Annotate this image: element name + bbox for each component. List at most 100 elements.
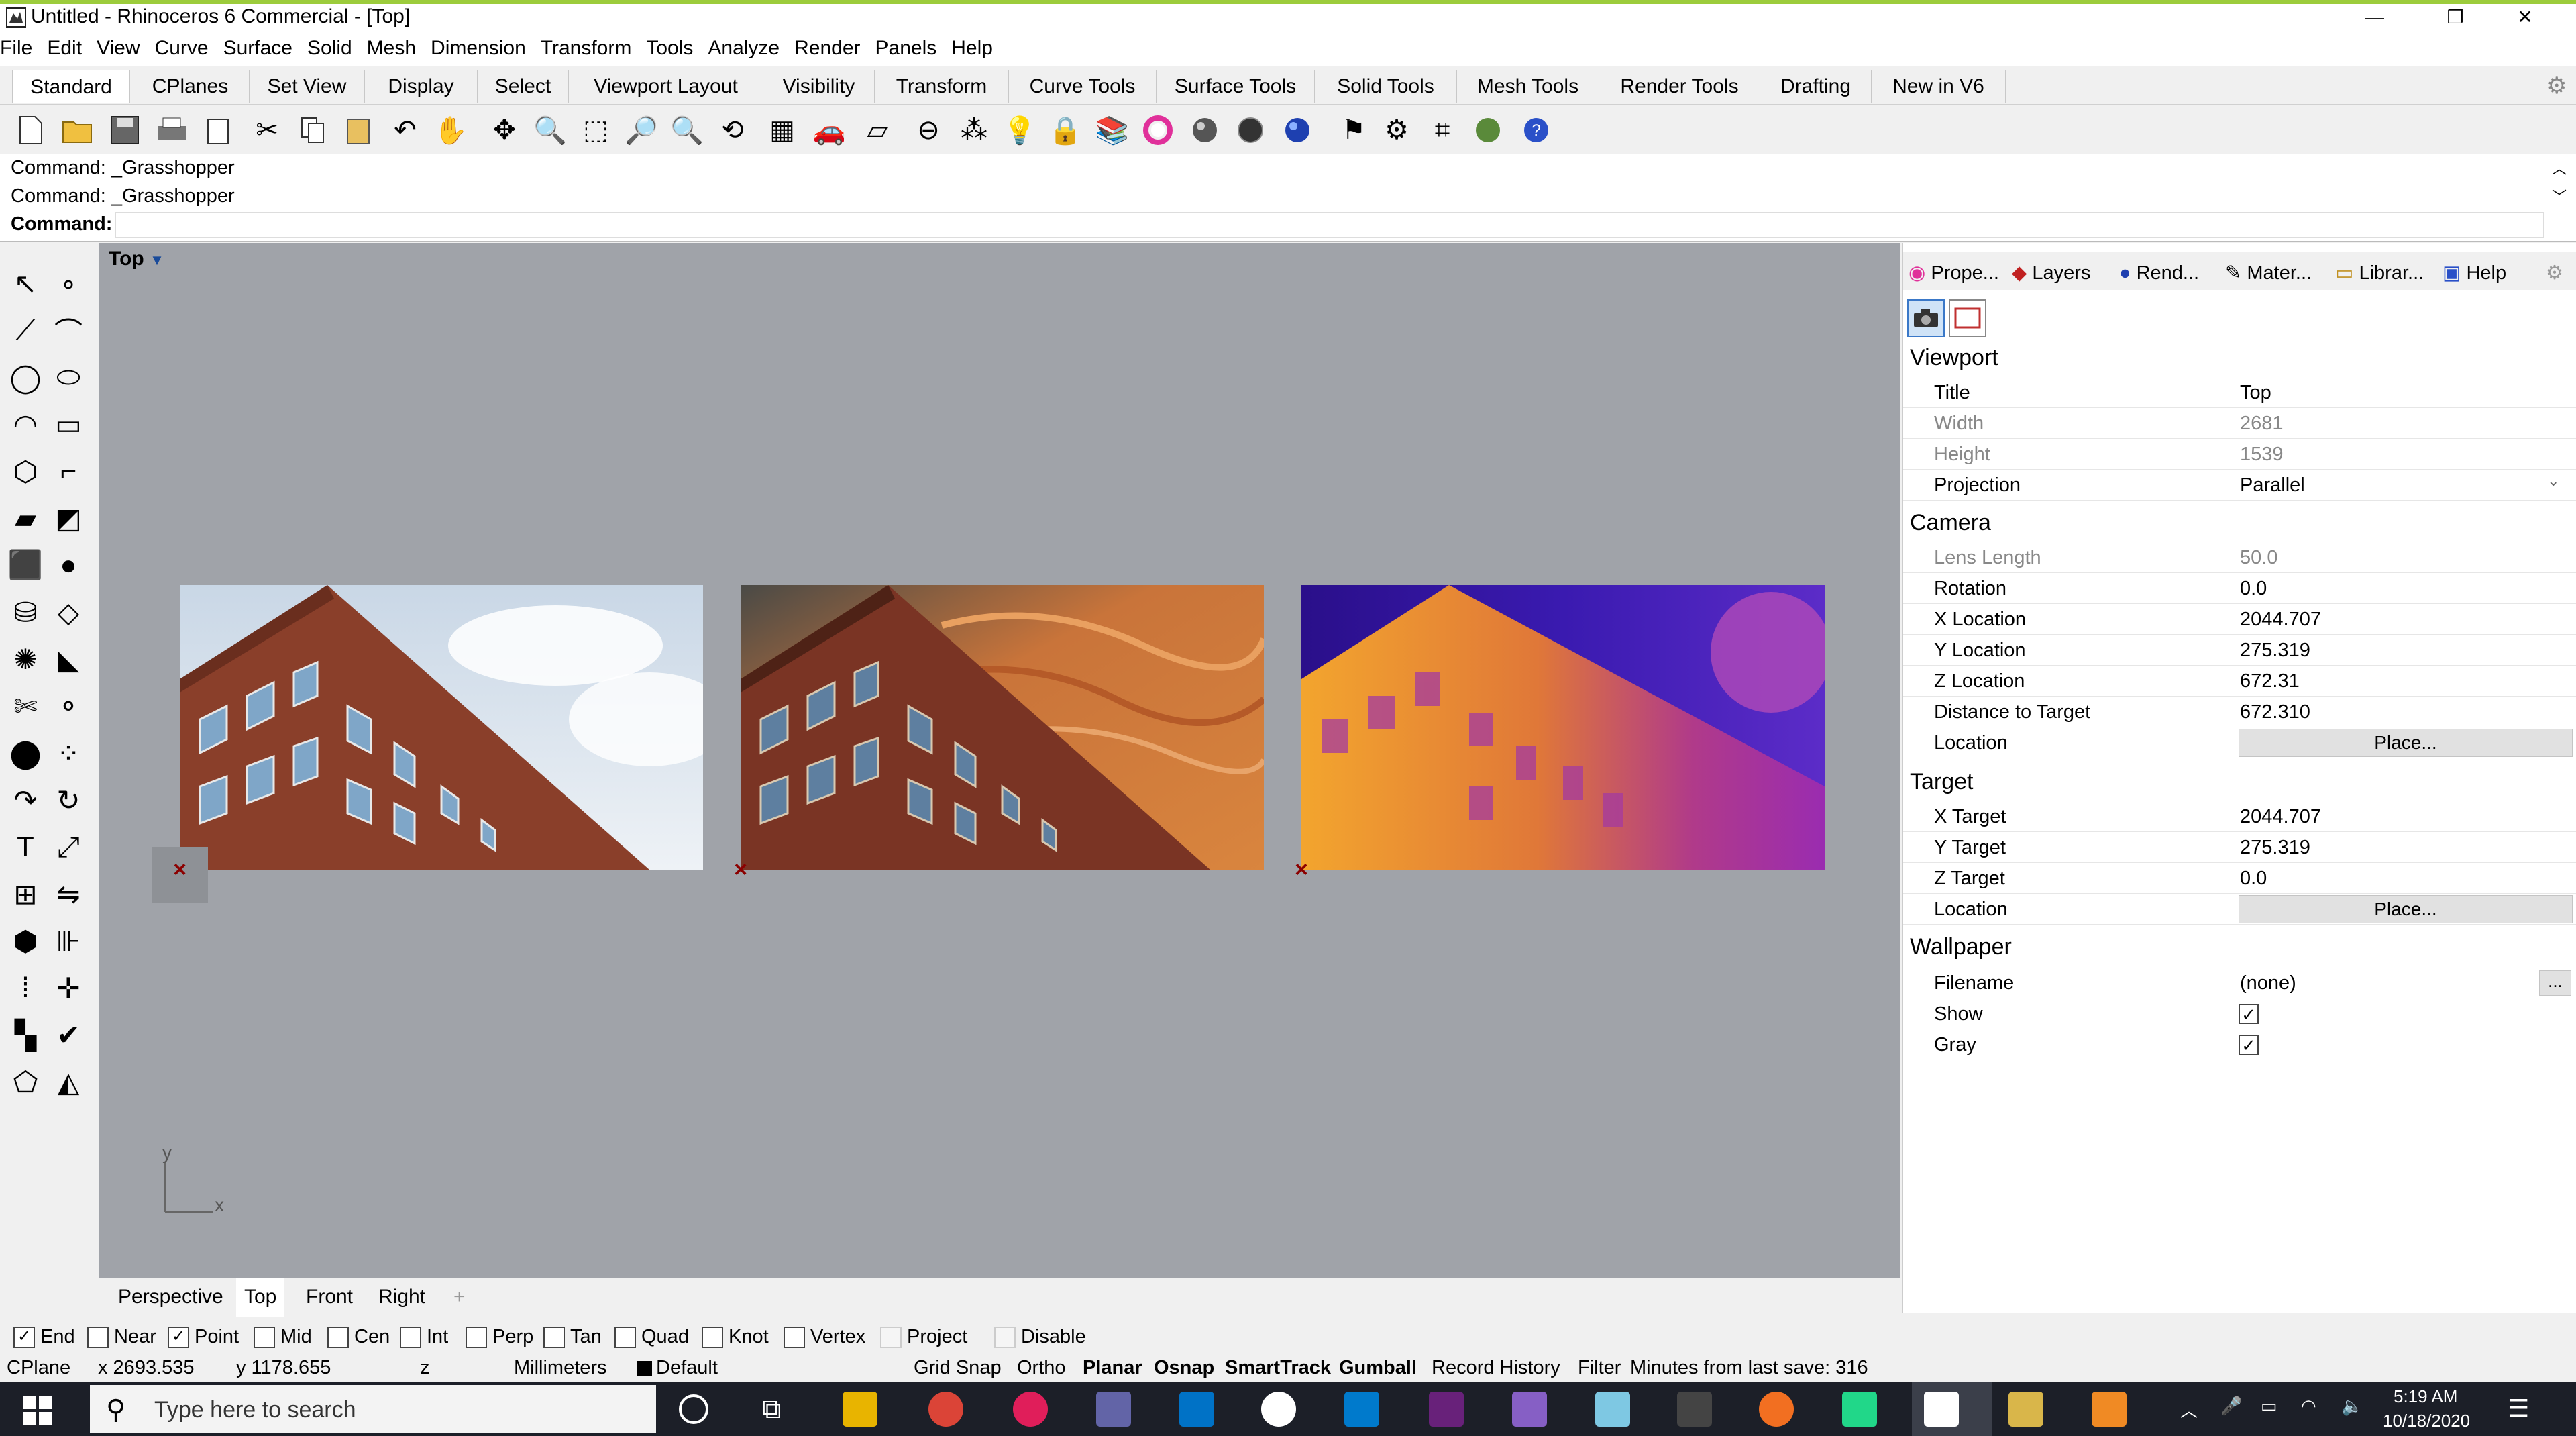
tab-set-view[interactable]: Set View bbox=[250, 70, 365, 103]
osnap-near[interactable]: Near bbox=[87, 1325, 156, 1349]
tab-select[interactable]: Select bbox=[478, 70, 569, 103]
terminal-icon[interactable] bbox=[1677, 1392, 1712, 1427]
cut-icon[interactable]: ✂ bbox=[250, 113, 284, 148]
analyze-icon[interactable]: ▚ bbox=[5, 1015, 46, 1055]
light-bulb-icon[interactable]: 💡 bbox=[1002, 113, 1037, 148]
pycharm-icon[interactable] bbox=[1842, 1392, 1877, 1427]
box-icon[interactable]: ⬛ bbox=[5, 545, 46, 585]
close-button[interactable]: ✕ bbox=[2498, 4, 2552, 31]
tray-chevron-icon[interactable]: ︿ bbox=[2180, 1397, 2198, 1422]
curve-icon[interactable]: ⌒ bbox=[48, 310, 89, 350]
scroll-up-icon[interactable]: ︿ bbox=[2552, 157, 2567, 178]
osnap-mid[interactable]: Mid bbox=[254, 1325, 312, 1349]
check-icon[interactable]: ✔ bbox=[48, 1015, 89, 1055]
tab-new-in-v6[interactable]: New in V6 bbox=[1872, 70, 2006, 103]
paste-icon[interactable] bbox=[341, 113, 376, 148]
select-points-icon[interactable]: ⁂ bbox=[957, 113, 991, 148]
tab-visibility[interactable]: Visibility bbox=[763, 70, 875, 103]
projection-dropdown[interactable]: Parallel bbox=[2240, 470, 2305, 501]
fillet-icon[interactable]: ⌐ bbox=[48, 451, 89, 491]
trim-icon[interactable]: ✄ bbox=[5, 686, 46, 726]
tab-curve-tools[interactable]: Curve Tools bbox=[1009, 70, 1157, 103]
y-target-field[interactable]: 275.319 bbox=[2240, 832, 2310, 863]
cylinder-icon[interactable]: ⛁ bbox=[5, 592, 46, 632]
gray-checkbox[interactable]: ✓ bbox=[2239, 1035, 2259, 1055]
rotate-icon[interactable]: ↻ bbox=[48, 780, 89, 820]
new-file-icon[interactable] bbox=[13, 113, 48, 148]
menu-curve[interactable]: Curve bbox=[155, 31, 209, 66]
tab-display[interactable]: Display bbox=[365, 70, 478, 103]
surface-icon[interactable]: ▰ bbox=[5, 498, 46, 538]
add-viewport-tab-button[interactable]: + bbox=[445, 1278, 474, 1317]
lock-icon[interactable]: 🔒 bbox=[1048, 113, 1083, 148]
page-layout-icon[interactable] bbox=[201, 113, 236, 148]
backup-app-icon[interactable] bbox=[2092, 1392, 2127, 1427]
zoom-window-icon[interactable]: ⬚ bbox=[578, 113, 613, 148]
picture-frame-original[interactable] bbox=[180, 585, 703, 870]
print-icon[interactable] bbox=[154, 113, 189, 148]
tab-drafting[interactable]: Drafting bbox=[1760, 70, 1872, 103]
osnap-point[interactable]: ✓ Point bbox=[168, 1325, 239, 1349]
open-folder-icon[interactable] bbox=[60, 113, 95, 148]
arc-icon[interactable]: ◠ bbox=[5, 404, 46, 444]
tab-properties[interactable]: ◉ Prope... bbox=[1909, 256, 1999, 290]
battery-icon[interactable]: ▭ bbox=[2261, 1396, 2277, 1417]
layers-icon[interactable]: 📚 bbox=[1095, 113, 1130, 148]
rotation-field[interactable]: 0.0 bbox=[2240, 573, 2267, 604]
text-icon[interactable]: T bbox=[5, 827, 46, 867]
osnap-perp[interactable]: Perp bbox=[466, 1325, 533, 1349]
viewport-menu-chevron-icon[interactable]: ▼ bbox=[150, 252, 164, 268]
github-icon[interactable] bbox=[1261, 1392, 1296, 1427]
clock-date[interactable]: 10/18/2020 bbox=[2383, 1411, 2470, 1431]
explode-icon[interactable]: ⁘ bbox=[48, 733, 89, 773]
tab-render-tools[interactable]: Render Tools bbox=[1599, 70, 1760, 103]
extrude-icon[interactable]: ◩ bbox=[48, 498, 89, 538]
visual-studio-icon[interactable] bbox=[1429, 1392, 1464, 1427]
osnap-knot[interactable]: Knot bbox=[702, 1325, 769, 1349]
microphone-icon[interactable]: 🎤 bbox=[2220, 1396, 2242, 1417]
z-location-field[interactable]: 672.31 bbox=[2240, 666, 2300, 697]
planar-toggle[interactable]: Planar bbox=[1083, 1355, 1142, 1380]
render-sphere-icon[interactable] bbox=[1280, 113, 1315, 148]
osnap-project[interactable]: Project bbox=[880, 1325, 967, 1349]
viewport-frame-icon[interactable] bbox=[1949, 299, 1986, 337]
panel-gear-icon[interactable]: ⚙ bbox=[2546, 256, 2563, 290]
zoom-selected-icon[interactable]: 🔍 bbox=[669, 113, 704, 148]
osnap-int[interactable]: Int bbox=[400, 1325, 448, 1349]
osnap-disable[interactable]: Disable bbox=[994, 1325, 1086, 1349]
minimize-button[interactable]: — bbox=[2348, 4, 2402, 31]
volume-icon[interactable]: 🔈 bbox=[2341, 1396, 2363, 1417]
solid-box-icon[interactable]: ⬢ bbox=[5, 921, 46, 961]
pan-hand-icon[interactable]: ✋ bbox=[433, 113, 468, 148]
menu-mesh[interactable]: Mesh bbox=[367, 31, 416, 66]
cortana-icon[interactable] bbox=[679, 1394, 708, 1424]
units-label[interactable]: Millimeters bbox=[514, 1355, 607, 1380]
osnap-tan[interactable]: Tan bbox=[543, 1325, 602, 1349]
osnap-toggle[interactable]: Osnap bbox=[1154, 1355, 1214, 1380]
tab-front[interactable]: Front bbox=[298, 1278, 361, 1317]
dimension-icon[interactable]: ⤢ bbox=[48, 827, 89, 867]
toolbar-gear-icon[interactable]: ⚙ bbox=[2546, 72, 2567, 99]
named-views-icon[interactable]: 🚗 bbox=[812, 113, 847, 148]
polygon-icon[interactable]: ⬡ bbox=[5, 451, 46, 491]
x-location-field[interactable]: 2044.707 bbox=[2240, 604, 2321, 635]
point-grid-icon[interactable]: ⁞ bbox=[5, 968, 46, 1008]
save-icon[interactable] bbox=[107, 113, 142, 148]
boolean-icon[interactable]: ◣ bbox=[48, 639, 89, 679]
menu-dimension[interactable]: Dimension bbox=[431, 31, 526, 66]
undo-icon[interactable]: ↶ bbox=[388, 113, 423, 148]
shaded-sphere-icon[interactable] bbox=[1187, 113, 1222, 148]
tab-surface-tools[interactable]: Surface Tools bbox=[1157, 70, 1315, 103]
x-target-field[interactable]: 2044.707 bbox=[2240, 801, 2321, 832]
snap-grid-icon[interactable]: ⌗ bbox=[1425, 113, 1460, 148]
array-icon[interactable]: ⊞ bbox=[5, 874, 46, 914]
chevron-down-icon[interactable]: ⌄ bbox=[2547, 472, 2559, 490]
tab-layers[interactable]: ◆ Layers bbox=[2012, 256, 2090, 290]
rhino-taskbar-icon[interactable] bbox=[1924, 1392, 1959, 1427]
grid-array-icon[interactable]: ⊪ bbox=[48, 921, 89, 961]
postman-icon[interactable] bbox=[1759, 1392, 1794, 1427]
file-explorer-icon[interactable] bbox=[843, 1392, 877, 1427]
notes-icon[interactable] bbox=[2008, 1392, 2043, 1427]
mirror-icon[interactable]: ⇋ bbox=[48, 874, 89, 914]
mesh-icon[interactable]: ◇ bbox=[48, 592, 89, 632]
